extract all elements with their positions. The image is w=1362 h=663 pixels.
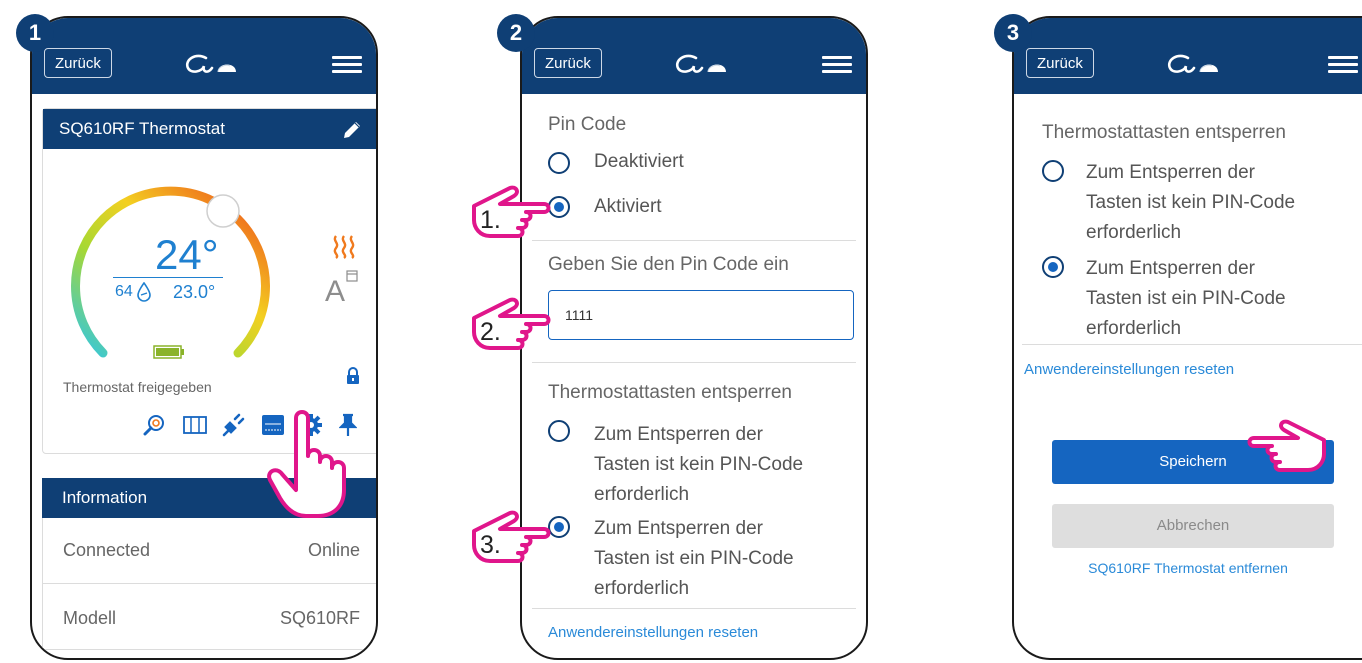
thermostat-status: Thermostat freigegeben xyxy=(63,379,212,395)
hamburger-menu-icon[interactable] xyxy=(1328,56,1358,74)
step-hand-label: 1. xyxy=(480,206,501,234)
auto-schedule-icon: A xyxy=(325,270,358,305)
salus-logo-icon xyxy=(1167,54,1220,74)
unlock-with-pin-label: Zum Entsperren der Tasten ist ein PIN-Cod… xyxy=(1086,258,1286,339)
divider xyxy=(532,240,856,241)
set-temperature: 24° xyxy=(155,231,219,278)
divider xyxy=(532,608,856,609)
current-temperature: 23.0° xyxy=(173,282,216,302)
unlock-no-pin-radio[interactable] xyxy=(548,420,570,442)
humidity-value: 64 xyxy=(115,283,133,300)
app-header: Zurück xyxy=(1014,18,1362,94)
pointing-hand-icon xyxy=(1247,419,1326,472)
window-icon[interactable] xyxy=(183,415,207,435)
back-button[interactable]: Zurück xyxy=(534,48,602,78)
pin-deactivated-radio[interactable] xyxy=(548,152,570,174)
reset-settings-link[interactable]: Anwendereinstellungen reseten xyxy=(1024,361,1234,378)
info-value: Online xyxy=(307,540,360,560)
step-hand-1: 1. xyxy=(470,180,560,246)
edit-pencil-icon[interactable] xyxy=(341,119,363,141)
plug-icon[interactable] xyxy=(221,413,245,437)
info-label: Modell xyxy=(63,608,117,628)
hamburger-menu-icon[interactable] xyxy=(332,56,362,74)
back-button[interactable]: Zurück xyxy=(44,48,112,78)
pin-code-heading: Pin Code xyxy=(548,114,627,135)
pin-prompt: Geben Sie den Pin Code ein xyxy=(548,254,789,275)
heating-icon xyxy=(333,235,355,259)
unlock-with-pin-label: Zum Entsperren der Tasten ist ein PIN-Cod… xyxy=(594,518,794,599)
back-button[interactable]: Zurück xyxy=(1026,48,1094,78)
step-hand-2: 2. xyxy=(470,292,560,358)
cancel-button[interactable]: Abbrechen xyxy=(1052,504,1334,548)
unlock-heading: Thermostattasten entsperren xyxy=(548,382,792,403)
step-1-badge: 1 xyxy=(16,14,54,52)
remove-thermostat-link[interactable]: SQ610RF Thermostat entfernen xyxy=(1014,560,1362,576)
info-label: Connected xyxy=(63,540,151,560)
unlock-with-pin-radio[interactable] xyxy=(1042,256,1064,278)
hamburger-menu-icon[interactable] xyxy=(822,56,852,74)
pin-activated-label: Aktiviert xyxy=(594,196,662,217)
info-row-modell: Modell SQ610RF xyxy=(42,584,376,650)
information-title: Information xyxy=(62,488,148,507)
pin-deactivated-label: Deaktiviert xyxy=(594,151,684,172)
step-3-badge: 3 xyxy=(994,14,1032,52)
divider xyxy=(532,362,856,363)
unlock-no-pin-label: Zum Entsperren der Tasten ist kein PIN-Co… xyxy=(1086,162,1296,243)
unlock-heading: Thermostattasten entsperren xyxy=(1042,122,1286,143)
unlock-no-pin-label: Zum Entsperren der Tasten ist kein PIN-Co… xyxy=(594,424,804,505)
info-row-connected: Connected Online xyxy=(42,518,376,584)
phone-screen-2: Zurück Pin Code Deaktiviert Aktiviert Ge… xyxy=(520,16,868,660)
device-card: SQ610RF Thermostat 24° 64 23.0° A Thermo… xyxy=(42,108,376,454)
humidity-drop-icon xyxy=(137,282,151,302)
salus-logo-icon xyxy=(675,54,728,74)
app-header: Zurück xyxy=(32,18,376,94)
svg-text:A: A xyxy=(325,275,345,305)
unlock-no-pin-radio[interactable] xyxy=(1042,160,1064,182)
step-hand-3: 3. xyxy=(470,505,560,571)
search-icon[interactable] xyxy=(143,413,167,437)
divider xyxy=(1022,344,1362,345)
tap-hand-icon xyxy=(267,410,346,518)
step-2-badge: 2 xyxy=(497,14,535,52)
device-title: SQ610RF Thermostat xyxy=(59,119,225,138)
battery-icon xyxy=(153,345,184,359)
pin-code-input[interactable] xyxy=(548,290,854,340)
dial-divider xyxy=(113,277,223,278)
app-header: Zurück xyxy=(522,18,866,94)
salus-logo-icon xyxy=(185,54,238,74)
phone-screen-3: Zurück Thermostattasten entsperren Zum E… xyxy=(1012,16,1362,660)
reset-settings-link[interactable]: Anwendereinstellungen reseten xyxy=(548,624,758,641)
step-hand-label: 3. xyxy=(480,531,501,559)
device-title-bar: SQ610RF Thermostat xyxy=(43,109,376,149)
info-value: SQ610RF xyxy=(279,608,360,628)
phone-screen-1: Zurück SQ610RF Thermostat 24° 64 23.0° A… xyxy=(30,16,378,660)
step-hand-label: 2. xyxy=(480,318,501,346)
lock-icon xyxy=(347,367,359,384)
